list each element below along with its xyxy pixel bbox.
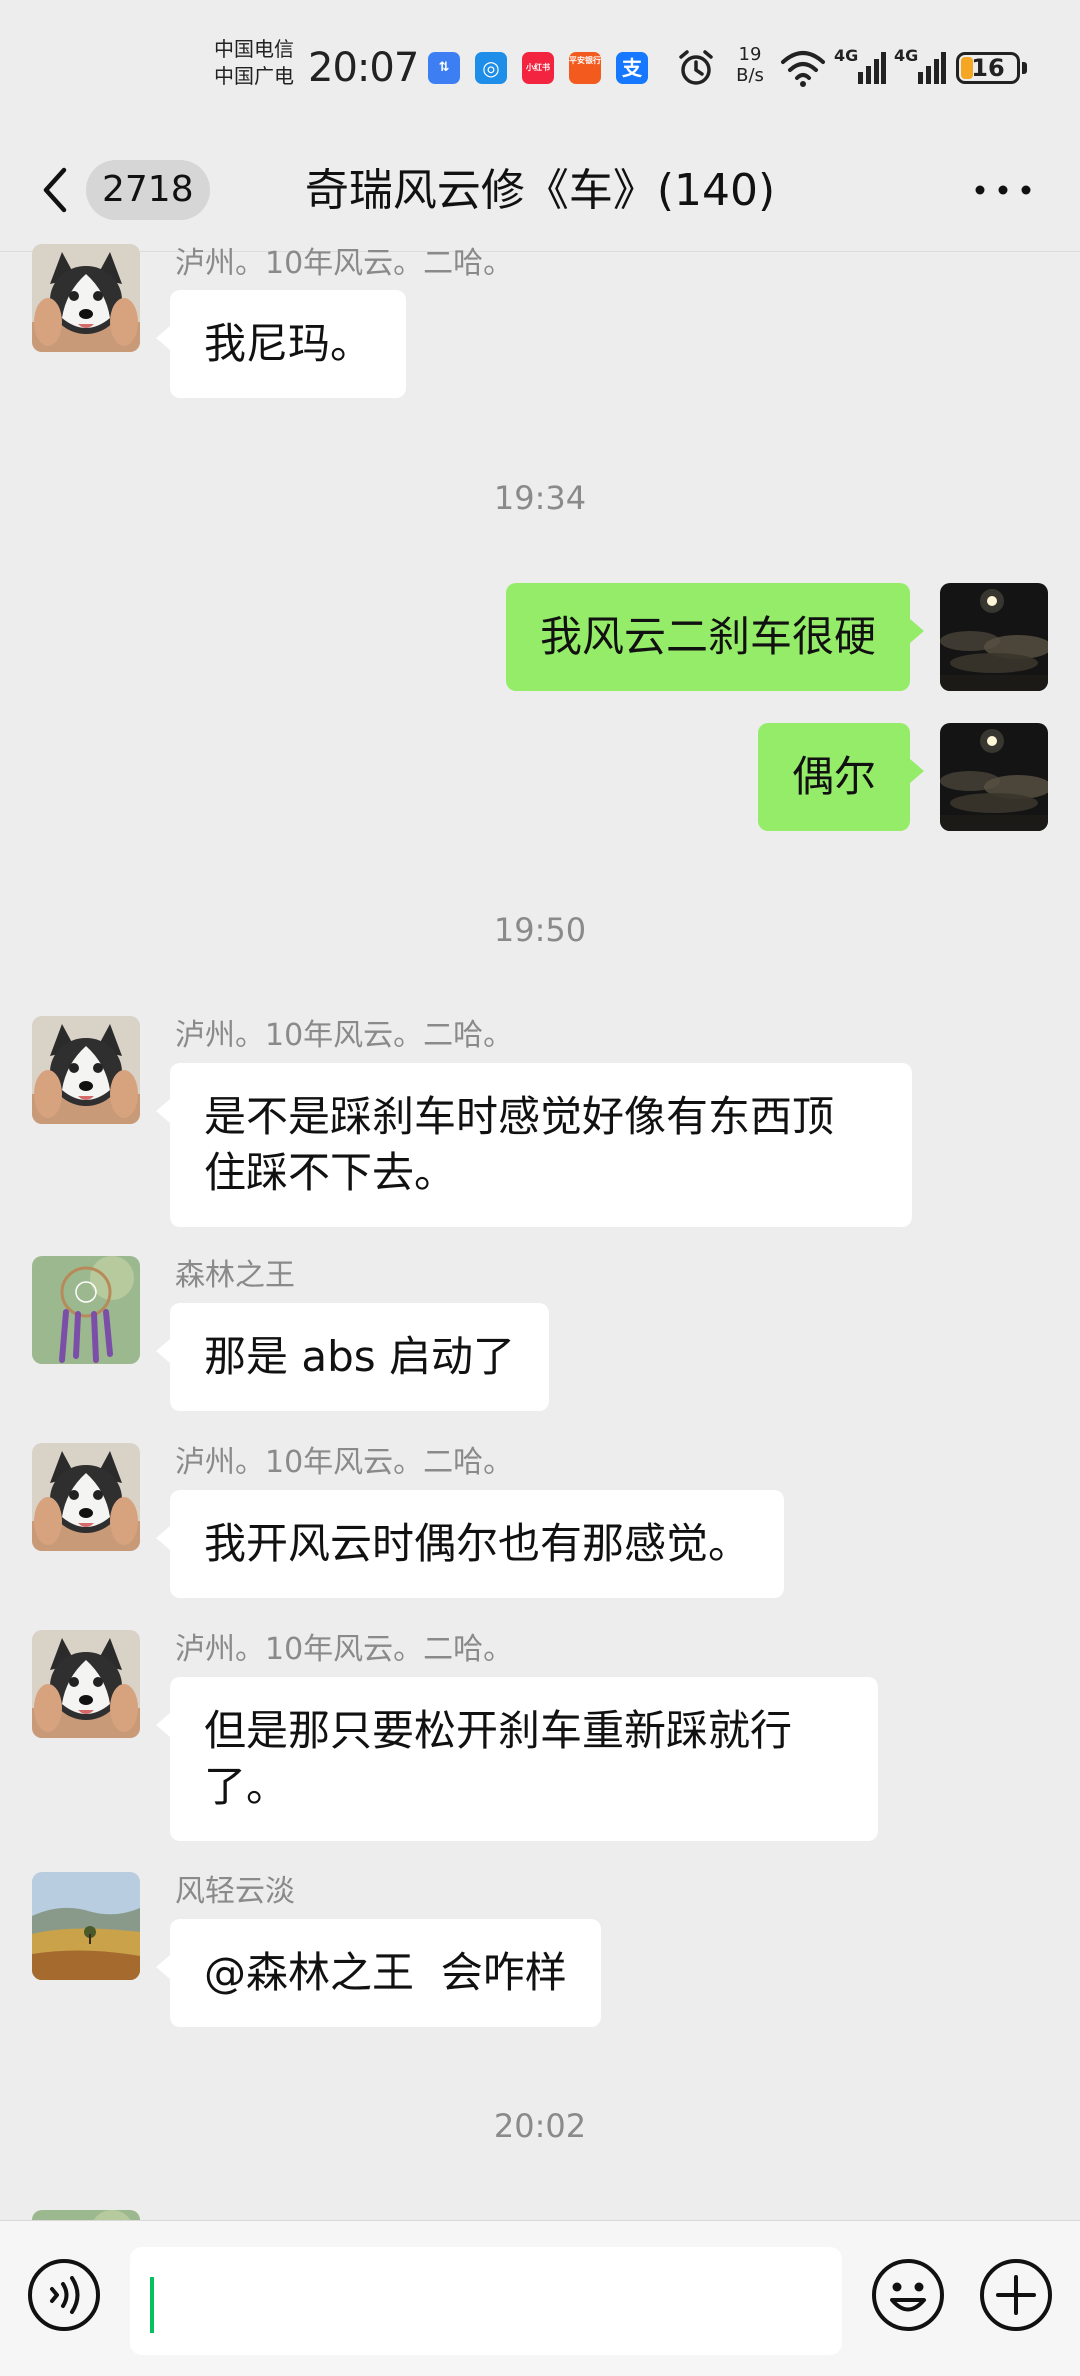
landscape-avatar[interactable] [32,1872,140,1980]
chat-title: 奇瑞风云修《车》(140) [304,165,776,216]
alipay-icon: 支 [616,52,648,84]
message-bubble[interactable]: @森林之王 会咋样 [156,1919,601,2027]
net-speed-unit: B/s [736,65,764,86]
more-options-icon[interactable] [970,170,1036,210]
status-time: 20:07 [308,45,419,91]
more-functions-plus-icon[interactable] [978,2257,1054,2333]
status-bar: 中国电信 中国广电 20:07 ⇅ ◎ 小红书 平安银行 支 19 B/s 4G… [0,0,1080,130]
timestamp: 19:50 [493,911,587,949]
message-bubble[interactable]: 偶尔 [757,723,925,831]
signal-bars-1-icon [858,52,886,84]
browser-icon: ◎ [475,52,507,84]
sender-name: 泸州。10年风云。二哈。 [175,1632,514,1667]
text-caret [150,2277,154,2333]
net-speed-value: 19 [738,44,762,65]
battery-level: 16 [971,54,1005,82]
night-sky-avatar[interactable] [940,583,1048,691]
carrier-2: 中国广电 [214,64,294,88]
husky-avatar[interactable] [32,1016,140,1124]
message-bubble[interactable]: 但是那只要松开刹车重新踩就行 了。 [156,1677,878,1841]
dreamcatcher-avatar[interactable] [32,1256,140,1364]
alarm-icon [679,50,713,85]
carrier-labels: 中国电信 中国广电 [214,36,304,90]
sender-name: 森林之王 [175,1258,295,1293]
sender-name: 泸州。10年风云。二哈。 [175,1445,514,1480]
voice-input-icon[interactable] [26,2257,102,2333]
message-bubble[interactable]: 是不是踩刹车时感觉好像有东西顶 住踩不下去。 [156,1063,912,1227]
wifi-icon [781,51,825,87]
night-sky-avatar[interactable] [940,723,1048,831]
xiaohongshu-icon: 小红书 [522,52,554,84]
emoji-icon[interactable] [870,2257,946,2333]
battery-icon: 16 [956,52,1020,84]
husky-avatar[interactable] [32,1630,140,1738]
sender-name: 泸州。10年风云。二哈。 [175,246,514,281]
message-bubble[interactable]: 我开风云时偶尔也有那感觉。 [155,1490,785,1598]
message-bubble[interactable]: 我尼玛。 [155,290,407,398]
message-input[interactable] [130,2247,842,2355]
unread-count-badge[interactable]: 2718 [86,160,210,220]
sender-name: 风轻云淡 [175,1874,295,1909]
signal-bars-2-icon [918,52,946,84]
pingan-bank-icon: 平安银行 [569,52,601,84]
back-arrow-icon[interactable] [36,160,76,220]
carrier-1: 中国电信 [214,37,294,61]
husky-avatar[interactable] [32,1443,140,1551]
net-speed: 19 B/s [728,44,772,86]
battery-tip [1022,62,1027,74]
chat-header: 2718 奇瑞风云修《车》(140) [0,130,1080,252]
input-bar [0,2220,1080,2376]
timestamp: 19:34 [493,479,587,517]
message-bubble[interactable]: 那是 abs 启动了 [156,1303,549,1411]
qq-sync-icon: ⇅ [428,52,460,84]
message-bubble[interactable]: 我风云二刹车很硬 [505,583,925,691]
timestamp: 20:02 [493,2107,587,2145]
husky-avatar[interactable] [32,244,140,352]
sender-name: 泸州。10年风云。二哈。 [175,1018,514,1053]
